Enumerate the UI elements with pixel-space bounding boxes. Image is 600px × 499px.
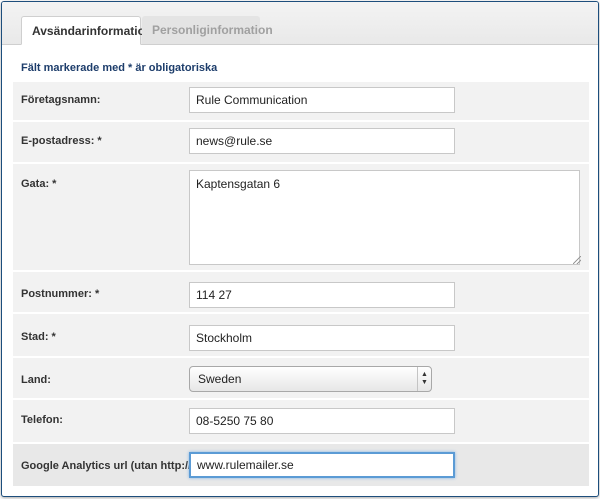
form-row-company: Företagsnamn: bbox=[13, 82, 589, 121]
phone-input[interactable] bbox=[189, 408, 455, 434]
street-textarea[interactable]: Kaptensgatan 6 bbox=[189, 170, 580, 265]
country-label: Land: bbox=[21, 374, 51, 386]
email-label: E-postadress: * bbox=[21, 135, 102, 147]
form-row-city: Stad: * bbox=[13, 314, 589, 357]
company-input[interactable] bbox=[189, 87, 455, 113]
form-row-postcode: Postnummer: * bbox=[13, 272, 589, 313]
analytics-label: Google Analytics url (utan http://): bbox=[21, 460, 199, 472]
required-fields-note: Fält markerade med * är obligatoriska bbox=[21, 62, 218, 74]
form-row-email: E-postadress: * bbox=[13, 122, 589, 163]
select-arrows-icon: ▲ ▼ bbox=[417, 367, 431, 391]
form-row-phone: Telefon: bbox=[13, 400, 589, 443]
postcode-label: Postnummer: * bbox=[21, 288, 100, 300]
tab-personal-info[interactable]: Personliginformation bbox=[142, 16, 273, 44]
tab-bar: Avsändarinformation Personliginformation bbox=[2, 2, 598, 45]
form-row-analytics: Google Analytics url (utan http://): bbox=[13, 444, 589, 487]
country-selected-value: Sweden bbox=[198, 372, 242, 386]
street-label: Gata: * bbox=[21, 178, 57, 190]
postcode-input[interactable] bbox=[189, 282, 455, 308]
phone-label: Telefon: bbox=[21, 414, 63, 426]
city-input[interactable] bbox=[189, 325, 455, 351]
country-select[interactable]: Sweden ▲ ▼ bbox=[189, 366, 432, 392]
form-row-street: Gata: * Kaptensgatan 6 bbox=[13, 164, 589, 271]
analytics-url-input[interactable] bbox=[189, 452, 455, 478]
email-input[interactable] bbox=[189, 128, 455, 154]
city-label: Stad: * bbox=[21, 331, 56, 343]
tab-sender-info[interactable]: Avsändarinformation bbox=[21, 16, 152, 45]
textarea-resize-handle[interactable] bbox=[573, 256, 581, 264]
settings-panel: Avsändarinformation Personliginformation… bbox=[1, 1, 599, 497]
company-label: Företagsnamn: bbox=[21, 94, 101, 106]
form-row-country: Land: Sweden ▲ ▼ bbox=[13, 358, 589, 399]
